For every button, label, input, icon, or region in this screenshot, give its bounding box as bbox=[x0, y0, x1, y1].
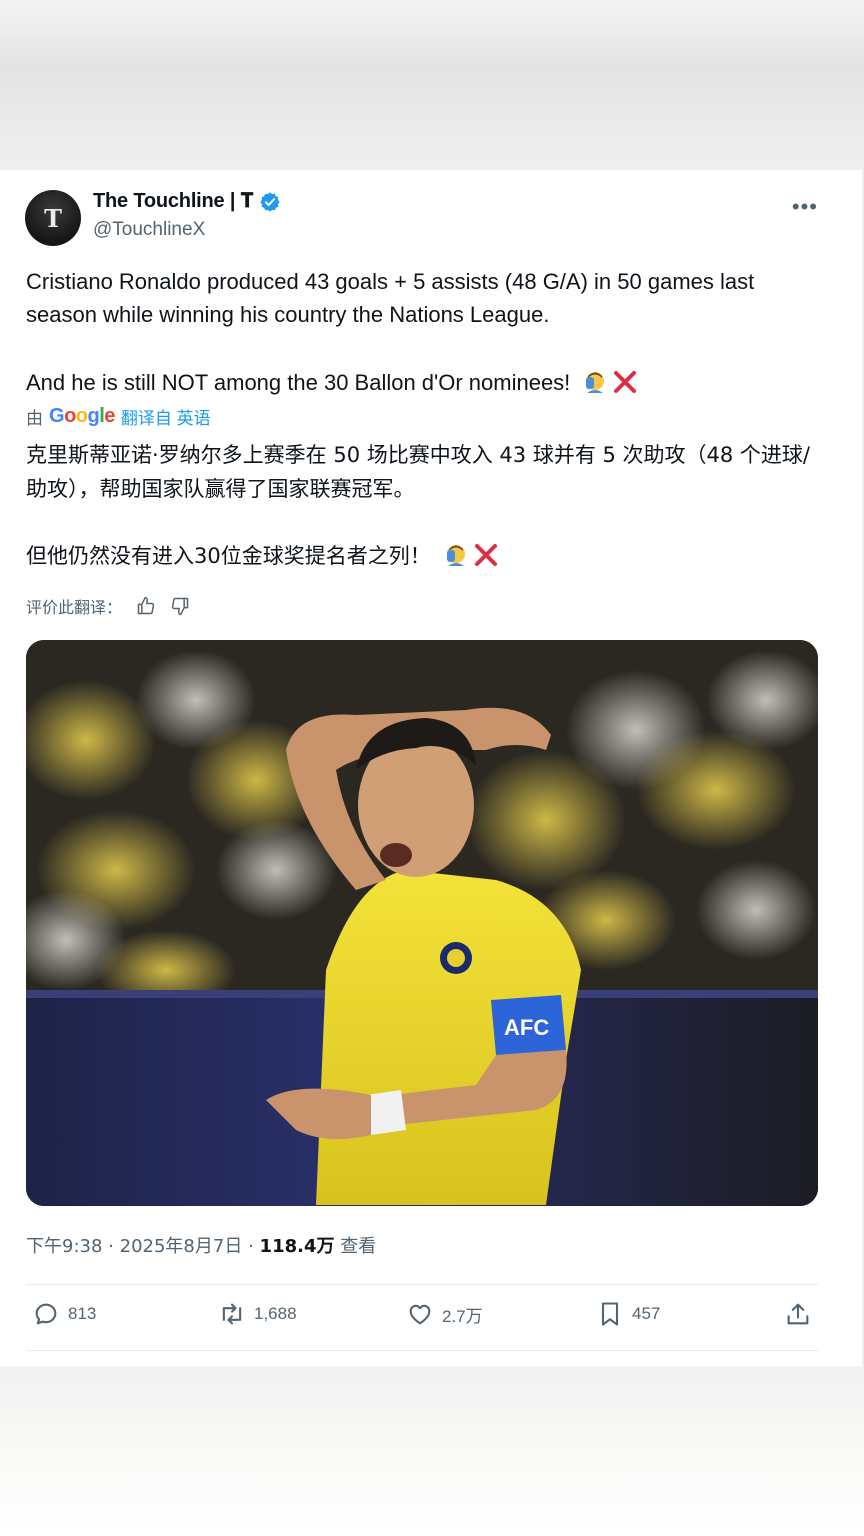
facepalm-emoji-icon bbox=[447, 545, 466, 566]
reply-button[interactable]: 813 bbox=[32, 1300, 96, 1328]
like-button[interactable]: 2.7万 bbox=[406, 1300, 483, 1328]
svg-text:AFC: AFC bbox=[504, 1015, 549, 1040]
facepalm-emoji-icon bbox=[586, 372, 605, 393]
bookmark-button[interactable]: 457 bbox=[596, 1300, 660, 1328]
tweet-text-en-2-row: And he is still NOT among the 30 Ballon … bbox=[26, 366, 816, 399]
tweet-media-photo[interactable]: AFC bbox=[26, 640, 818, 1206]
tweet-meta: 下午9:38 · 2025年8月7日 · 118.4万 查看 bbox=[26, 1232, 376, 1258]
share-icon bbox=[787, 1303, 809, 1325]
background-blur-bottom bbox=[0, 1366, 864, 1536]
divider bbox=[26, 1350, 818, 1351]
reply-icon bbox=[35, 1303, 57, 1325]
google-logo: Google bbox=[49, 405, 115, 427]
tweet-text-en-1: Cristiano Ronaldo produced 43 goals + 5 … bbox=[26, 269, 755, 327]
bookmark-count: 457 bbox=[632, 1304, 661, 1323]
tweet-text-zh-2-row: 但他仍然没有进入30位金球奖提名者之列！ bbox=[26, 539, 826, 573]
photo-illustration: AFC bbox=[26, 640, 818, 1206]
share-button[interactable] bbox=[784, 1300, 812, 1328]
view-count: 118.4万 bbox=[259, 1236, 335, 1257]
display-name[interactable]: The Touchline | 𝐓 bbox=[93, 190, 253, 213]
divider bbox=[26, 1284, 818, 1285]
retweet-button[interactable]: 1,688 bbox=[218, 1300, 297, 1328]
tweet-text-en-2: And he is still NOT among the 30 Ballon … bbox=[26, 370, 571, 395]
bookmark-icon bbox=[601, 1302, 619, 1326]
rate-translation-row: 评价此翻译： bbox=[26, 594, 190, 618]
meta-separator: · bbox=[108, 1236, 114, 1257]
avatar-letter: T bbox=[44, 203, 62, 233]
author-name-row: The Touchline | 𝐓 bbox=[93, 190, 281, 213]
like-count: 2.7万 bbox=[442, 1306, 483, 1326]
reply-count: 813 bbox=[68, 1304, 97, 1323]
tweet-text-zh-2: 但他仍然没有进入30位金球奖提名者之列！ bbox=[26, 544, 431, 568]
retweet-icon bbox=[222, 1303, 242, 1325]
avatar[interactable]: T bbox=[25, 190, 81, 246]
rate-translation-label: 评价此翻译： bbox=[26, 598, 123, 617]
thumbs-up-icon[interactable] bbox=[136, 596, 156, 616]
thumbs-down-icon[interactable] bbox=[170, 596, 190, 616]
heart-icon bbox=[409, 1304, 431, 1325]
translation-attribution: 由 Google 翻译自 英语 bbox=[26, 404, 211, 429]
verified-badge-icon bbox=[260, 191, 280, 212]
translated-by-label: 由 bbox=[26, 409, 43, 428]
tweet-date[interactable]: 2025年8月7日 bbox=[120, 1236, 243, 1257]
view-label: 查看 bbox=[340, 1236, 377, 1257]
handle[interactable]: @TouchlineX bbox=[93, 219, 205, 241]
tweet-text-zh-1: 克里斯蒂亚诺·罗纳尔多上赛季在 50 场比赛中攻入 43 球并有 5 次助攻（4… bbox=[26, 443, 811, 501]
action-bar: 813 1,688 2.7万 457 bbox=[26, 1300, 818, 1336]
more-options-icon[interactable]: ••• bbox=[792, 194, 818, 220]
cross-mark-icon bbox=[475, 544, 498, 566]
retweet-count: 1,688 bbox=[254, 1304, 297, 1323]
cross-mark-icon bbox=[614, 371, 637, 393]
translated-from-link[interactable]: 翻译自 英语 bbox=[121, 404, 211, 429]
background-blur-top bbox=[0, 0, 864, 170]
tweet-time[interactable]: 下午9:38 bbox=[26, 1236, 102, 1257]
meta-separator: · bbox=[248, 1236, 254, 1257]
